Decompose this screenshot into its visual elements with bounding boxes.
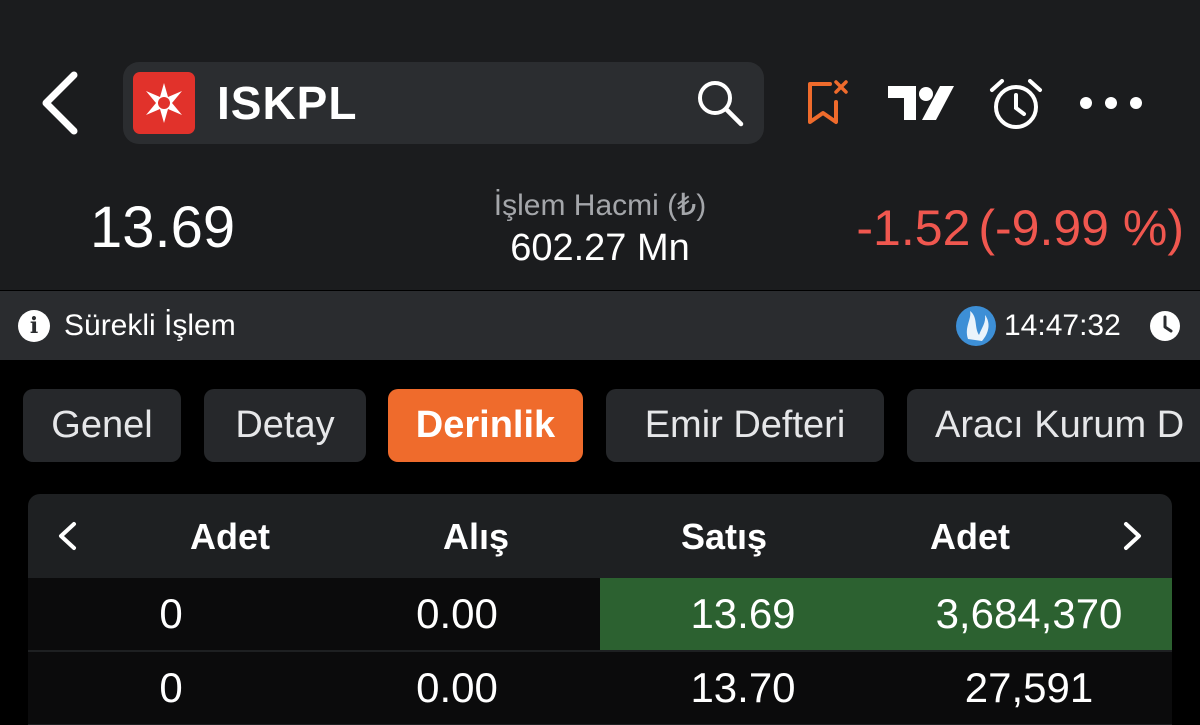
tab-araci-kurum[interactable]: Aracı Kurum D (907, 389, 1200, 462)
session-time: 14:47:32 (1004, 309, 1121, 342)
last-price: 13.69 (90, 195, 236, 260)
tradingview-icon[interactable] (886, 84, 956, 122)
depth-row[interactable]: 0 0.00 13.70 27,591 (28, 652, 1172, 724)
alarm-icon[interactable] (988, 76, 1044, 132)
tab-emir-defteri[interactable]: Emir Defteri (606, 389, 884, 462)
volume-label: İşlem Hacmi (₺) (493, 189, 707, 222)
info-icon[interactable]: i (18, 310, 50, 342)
back-button[interactable] (30, 68, 90, 138)
header-ask: Satış (680, 516, 768, 557)
volume-value: 602.27 Mn (510, 227, 690, 269)
bid-qty: 0 (159, 590, 183, 637)
session-status: Sürekli İşlem (64, 309, 236, 342)
depth-row[interactable]: 0 0.00 13.69 3,684,370 (28, 578, 1172, 650)
price-change: -1.52 (-9.99 %) (856, 198, 1184, 258)
tab-detay[interactable]: Detay (204, 389, 366, 462)
bid-price: 0.00 (416, 664, 498, 711)
change-absolute: -1.52 (856, 200, 971, 256)
borsa-istanbul-logo-icon (956, 306, 996, 346)
more-icon[interactable] (1078, 94, 1144, 112)
watchlist-remove-icon[interactable] (804, 78, 850, 128)
symbol-search-box[interactable]: ISKPL (123, 62, 764, 144)
depth-table-header: Adet Alış Satış Adet (28, 494, 1172, 578)
ask-qty: 27,591 (964, 664, 1094, 711)
bid-qty: 0 (159, 664, 183, 711)
company-logo (133, 72, 195, 134)
tab-genel[interactable]: Genel (23, 389, 181, 462)
symbol-header: ISKPL 13.69 İşlem Hacmi (₺) 602.27 Mn -1… (0, 0, 1200, 290)
clock-icon (1150, 311, 1180, 341)
tab-derinlik[interactable]: Derinlik (388, 389, 583, 462)
ask-qty: 3,684,370 (935, 590, 1123, 637)
symbol-name: ISKPL (217, 77, 358, 129)
change-percent: (-9.99 %) (978, 200, 1184, 256)
header-ask-qty: Adet (930, 516, 1010, 557)
ask-price: 13.70 (690, 664, 796, 711)
back-icon (42, 71, 78, 135)
chevron-right-icon[interactable] (1112, 516, 1152, 556)
search-icon[interactable] (693, 76, 749, 132)
market-depth-table: Adet Alış Satış Adet 0 0.00 13.69 3,684,… (28, 494, 1172, 725)
header-bid-qty: Adet (190, 516, 270, 557)
bid-price: 0.00 (416, 590, 498, 637)
ask-price: 13.69 (690, 590, 796, 637)
header-bid: Alış (442, 516, 510, 557)
chevron-left-icon[interactable] (48, 516, 88, 556)
